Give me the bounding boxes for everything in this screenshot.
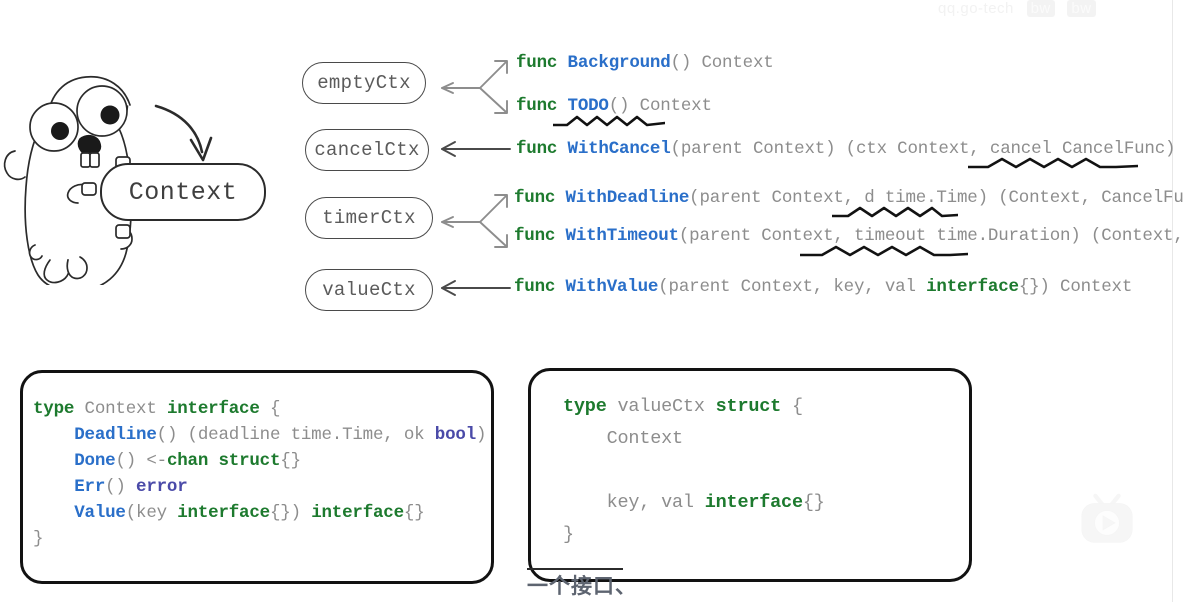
squiggly-underline-timeduration-icon <box>800 245 968 257</box>
signature-todo: func TODO() Context <box>516 96 712 116</box>
top-watermark: qq.go-tech bw bw <box>938 0 1173 22</box>
context-pill-label: Context <box>128 177 238 207</box>
squiggly-underline-timetime-icon <box>832 206 958 218</box>
watermark-badge-2: bw <box>1067 0 1096 17</box>
connector-valuectx-icon <box>441 280 511 296</box>
connector-timerctx-fork-icon <box>441 194 508 248</box>
signature-withvalue: func WithValue(parent Context, key, val … <box>514 277 1133 297</box>
watermark-text: qq.go-tech <box>938 0 1014 17</box>
node-valuectx-label: valueCtx <box>322 279 416 301</box>
squiggly-underline-todo-icon <box>553 115 665 127</box>
context-pill: Context <box>100 163 266 221</box>
code-box-valuectx-struct: type valueCtx struct { Context key, val … <box>528 368 972 582</box>
code-box-context-interface: type Context interface { Deadline() (dea… <box>20 370 494 584</box>
node-cancelctx[interactable]: cancelCtx <box>305 129 429 171</box>
diagram-canvas: qq.go-tech bw bw Context emptyCtx cancel… <box>0 0 1185 602</box>
node-timerctx-label: timerCtx <box>322 207 416 229</box>
signature-withcancel: func WithCancel(parent Context) (ctx Con… <box>516 139 1176 159</box>
pointer-arrow-icon <box>154 104 213 162</box>
bilibili-tv-logo-icon <box>1081 493 1133 543</box>
node-emptyctx[interactable]: emptyCtx <box>302 62 426 104</box>
connector-cancelctx-icon <box>441 141 511 157</box>
squiggly-underline-cancelfunc-icon <box>968 157 1138 169</box>
node-cancelctx-label: cancelCtx <box>314 139 420 161</box>
watermark-badge-1: bw <box>1026 0 1055 17</box>
right-edge-rule <box>1172 0 1173 602</box>
node-timerctx[interactable]: timerCtx <box>305 197 433 239</box>
code-text-context-interface: type Context interface { Deadline() (dea… <box>33 399 487 549</box>
connector-emptyctx-fork-icon <box>441 60 508 114</box>
chinese-note: 一个接口、 <box>527 574 637 598</box>
node-emptyctx-label: emptyCtx <box>317 72 411 94</box>
code-text-valuectx-struct: type valueCtx struct { Context key, val … <box>563 396 825 545</box>
signature-withtimeout: func WithTimeout(parent Context, timeout… <box>514 226 1185 246</box>
signature-background: func Background() Context <box>516 53 774 73</box>
node-valuectx[interactable]: valueCtx <box>305 269 433 311</box>
signature-withdeadline: func WithDeadline(parent Context, d time… <box>514 188 1185 208</box>
